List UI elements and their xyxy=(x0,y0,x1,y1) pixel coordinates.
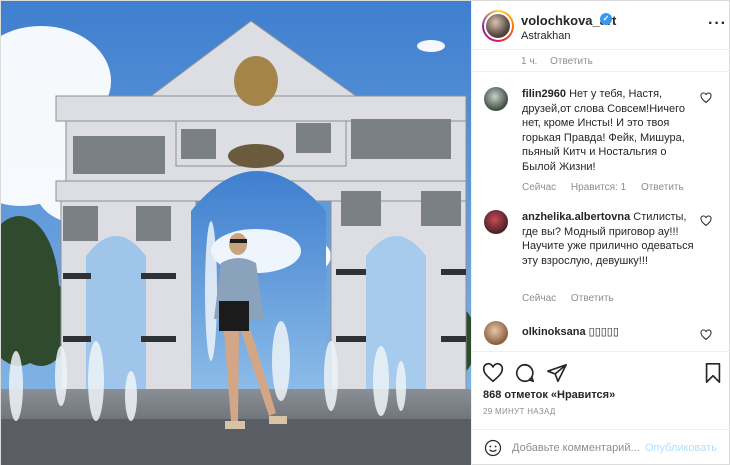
verified-badge-icon: ✓ xyxy=(600,13,612,25)
publish-button[interactable]: Опубликовать xyxy=(645,442,717,454)
caption-time: 1 ч. xyxy=(521,56,538,67)
post-photo[interactable] xyxy=(1,1,471,465)
bookmark-icon[interactable] xyxy=(702,362,724,384)
comment-body: anzhelika.albertovna Стилисты, где вы? М… xyxy=(522,210,697,268)
post-timestamp: 29 МИНУТ НАЗАД xyxy=(483,407,556,416)
emoji-placeholder-boxes: ▯▯▯▯▯ xyxy=(588,326,619,338)
comment-meta: Сейчас Ответить xyxy=(522,293,626,304)
comment-heart-icon[interactable] xyxy=(700,329,712,341)
comment-likes[interactable]: Нравится: 1 xyxy=(571,182,626,193)
comment-text: Нет у тебя, Настя, друзей,от слова Совсе… xyxy=(522,88,686,173)
likes-count[interactable]: 868 отметок «Нравится» xyxy=(483,389,615,401)
commenter-avatar[interactable] xyxy=(484,210,508,234)
action-bar xyxy=(472,351,730,391)
add-comment-bar: Опубликовать xyxy=(472,429,730,465)
commenter-username[interactable]: olkinoksana xyxy=(522,326,586,338)
likes-label: «Нравится» xyxy=(550,389,616,401)
likes-number: 868 отметок xyxy=(483,389,548,401)
comment-body: filin2960 Нет у тебя, Настя, друзей,от с… xyxy=(522,87,697,174)
share-icon[interactable] xyxy=(546,362,568,384)
post-header: volochkova_art ✓ Astrakhan ··· xyxy=(472,1,730,50)
instagram-post: volochkova_art ✓ Astrakhan ··· 1 ч. Отве… xyxy=(0,0,730,465)
caption-reply-button[interactable]: Ответить xyxy=(550,56,593,67)
author-avatar[interactable] xyxy=(482,10,514,42)
comment-time: Сейчас xyxy=(522,182,557,193)
emoji-icon[interactable] xyxy=(484,439,502,457)
comment-body: olkinoksana ▯▯▯▯▯ xyxy=(522,325,697,340)
commenter-avatar[interactable] xyxy=(484,87,508,111)
commenter-username[interactable]: filin2960 xyxy=(522,88,566,100)
comment-meta: Сейчас Нравится: 1 Ответить xyxy=(522,182,696,193)
photo-illustration xyxy=(1,1,471,465)
comment-heart-icon[interactable] xyxy=(700,92,712,104)
comment-reply-button[interactable]: Ответить xyxy=(571,293,614,304)
post-location[interactable]: Astrakhan xyxy=(521,30,571,42)
commenter-username[interactable]: anzhelika.albertovna xyxy=(522,211,630,223)
caption-meta: 1 ч. Ответить xyxy=(521,56,603,67)
commenter-avatar[interactable] xyxy=(484,321,508,345)
heart-icon[interactable] xyxy=(482,362,504,384)
comment-reply-button[interactable]: Ответить xyxy=(641,182,684,193)
more-options-icon[interactable]: ··· xyxy=(708,15,727,33)
divider xyxy=(472,71,730,72)
comment-time: Сейчас xyxy=(522,293,557,304)
post-side-panel: volochkova_art ✓ Astrakhan ··· 1 ч. Отве… xyxy=(471,1,730,465)
comment-heart-icon[interactable] xyxy=(700,215,712,227)
comment-icon[interactable] xyxy=(514,362,536,384)
author-avatar-image xyxy=(486,14,510,38)
add-comment-input[interactable] xyxy=(512,439,640,457)
